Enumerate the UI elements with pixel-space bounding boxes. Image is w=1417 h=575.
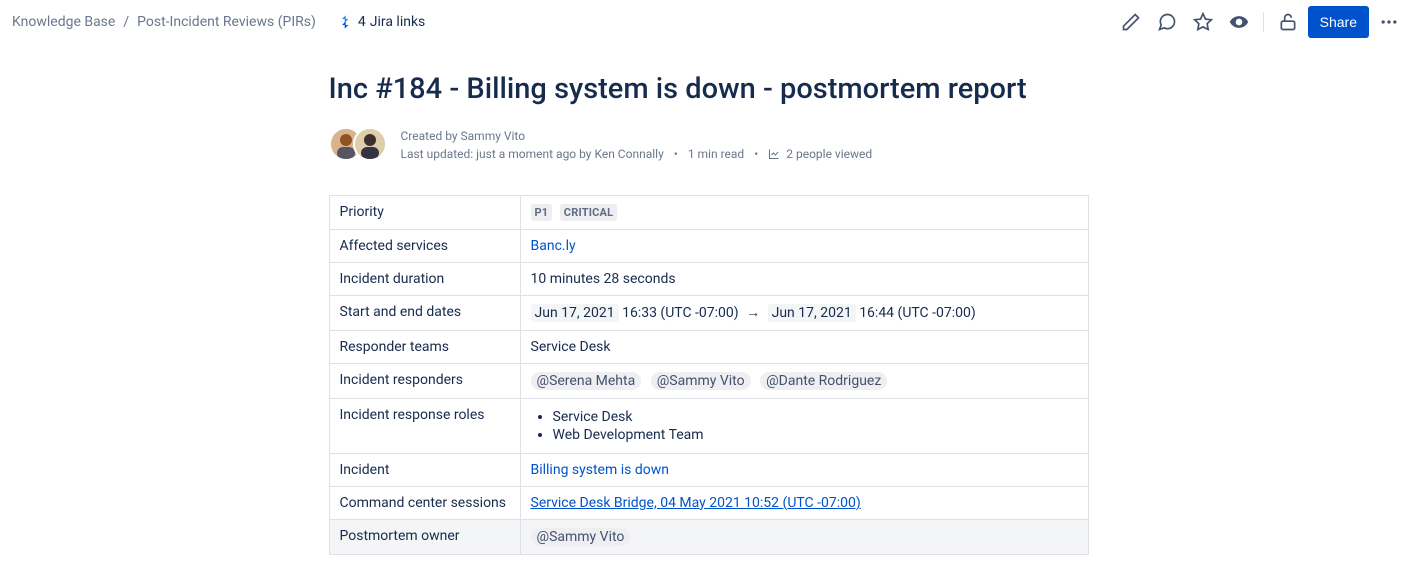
table-row: Incident duration 10 minutes 28 seconds: [329, 262, 1088, 295]
row-value: Service Desk: [520, 330, 1088, 363]
row-value: 10 minutes 28 seconds: [520, 262, 1088, 295]
star-icon: [1193, 12, 1213, 32]
start-time: 16:33 (UTC -07:00): [622, 305, 739, 321]
table-row: Start and end dates Jun 17, 2021 16:33 (…: [329, 295, 1088, 330]
watch-button[interactable]: [1223, 6, 1255, 38]
page-actions: Share: [1115, 6, 1405, 38]
row-value: P1 CRITICAL: [520, 195, 1088, 229]
topbar: Knowledge Base / Post-Incident Reviews (…: [0, 0, 1417, 44]
byline: Created by Sammy Vito Last updated: just…: [329, 127, 1089, 163]
table-row: Incident responders @Serena Mehta @Sammy…: [329, 363, 1088, 398]
avatar[interactable]: [353, 127, 387, 161]
user-mention[interactable]: @Sammy Vito: [531, 528, 631, 546]
avatar-group[interactable]: [329, 127, 387, 161]
pencil-icon: [1121, 12, 1141, 32]
start-date: Jun 17, 2021: [531, 304, 619, 322]
jira-links-count: 4: [358, 14, 366, 30]
row-label: Command center sessions: [329, 486, 520, 519]
incident-link[interactable]: Billing system is down: [531, 462, 669, 478]
row-label: Responder teams: [329, 330, 520, 363]
row-value: @Serena Mehta @Sammy Vito @Dante Rodrigu…: [520, 363, 1088, 398]
jira-links-label: Jira links: [370, 14, 426, 30]
table-row: Incident Billing system is down: [329, 453, 1088, 486]
more-actions-button[interactable]: [1373, 6, 1405, 38]
breadcrumb-item[interactable]: Post-Incident Reviews (PIRs): [137, 14, 316, 30]
user-mention[interactable]: @Serena Mehta: [531, 372, 642, 390]
table-row: Command center sessions Service Desk Bri…: [329, 486, 1088, 519]
read-time: 1 min read: [688, 145, 744, 163]
row-value: Jun 17, 2021 16:33 (UTC -07:00) → Jun 17…: [520, 295, 1088, 330]
list-item: Service Desk: [553, 409, 1078, 425]
divider: [1263, 12, 1264, 32]
breadcrumb: Knowledge Base / Post-Incident Reviews (…: [12, 14, 316, 30]
row-value: @Sammy Vito: [520, 519, 1088, 554]
page-title: Inc #184 - Billing system is down - post…: [329, 72, 1089, 107]
user-mention[interactable]: @Sammy Vito: [651, 372, 751, 390]
table-row: Responder teams Service Desk: [329, 330, 1088, 363]
people-viewed: 2 people viewed: [786, 145, 872, 163]
list-item: Web Development Team: [553, 427, 1078, 443]
row-value: Service Desk Bridge, 04 May 2021 10:52 (…: [520, 486, 1088, 519]
comment-button[interactable]: [1151, 6, 1183, 38]
byline-text: Created by Sammy Vito Last updated: just…: [401, 127, 873, 163]
row-label: Incident: [329, 453, 520, 486]
end-date: Jun 17, 2021: [768, 304, 856, 322]
table-row: Priority P1 CRITICAL: [329, 195, 1088, 229]
table-row: Affected services Banc.ly: [329, 229, 1088, 262]
share-button[interactable]: Share: [1308, 6, 1369, 38]
user-mention[interactable]: @Dante Rodriguez: [760, 372, 887, 390]
last-updated: Last updated: just a moment ago by Ken C…: [401, 145, 664, 163]
page-content: Inc #184 - Billing system is down - post…: [329, 44, 1089, 575]
arrow-right-icon: →: [746, 305, 760, 321]
jira-links-button[interactable]: 4 Jira links: [338, 14, 425, 30]
priority-badge: P1: [531, 204, 553, 221]
breadcrumb-separator: /: [123, 14, 129, 30]
analytics-icon: [768, 148, 780, 160]
properties-table: Priority P1 CRITICAL Affected services B…: [329, 195, 1089, 555]
jira-icon: [338, 14, 354, 30]
row-value: Service Desk Web Development Team: [520, 398, 1088, 453]
table-row: Incident response roles Service Desk Web…: [329, 398, 1088, 453]
comment-icon: [1157, 12, 1177, 32]
more-icon: [1379, 12, 1399, 32]
end-time: 16:44 (UTC -07:00): [859, 305, 976, 321]
row-label: Priority: [329, 195, 520, 229]
created-by: Created by Sammy Vito: [401, 127, 873, 145]
row-label: Start and end dates: [329, 295, 520, 330]
row-label: Incident response roles: [329, 398, 520, 453]
row-value: Billing system is down: [520, 453, 1088, 486]
lock-open-icon: [1278, 12, 1298, 32]
table-row: Postmortem owner @Sammy Vito: [329, 519, 1088, 554]
row-label: Incident responders: [329, 363, 520, 398]
service-link[interactable]: Banc.ly: [531, 238, 576, 254]
star-button[interactable]: [1187, 6, 1219, 38]
row-label: Incident duration: [329, 262, 520, 295]
breadcrumb-item[interactable]: Knowledge Base: [12, 14, 115, 30]
row-value: Banc.ly: [520, 229, 1088, 262]
row-label: Postmortem owner: [329, 519, 520, 554]
restrictions-button[interactable]: [1272, 6, 1304, 38]
priority-badge: CRITICAL: [560, 204, 617, 221]
row-label: Affected services: [329, 229, 520, 262]
command-center-link[interactable]: Service Desk Bridge, 04 May 2021 10:52 (…: [531, 495, 861, 511]
edit-button[interactable]: [1115, 6, 1147, 38]
eye-icon: [1229, 12, 1249, 32]
